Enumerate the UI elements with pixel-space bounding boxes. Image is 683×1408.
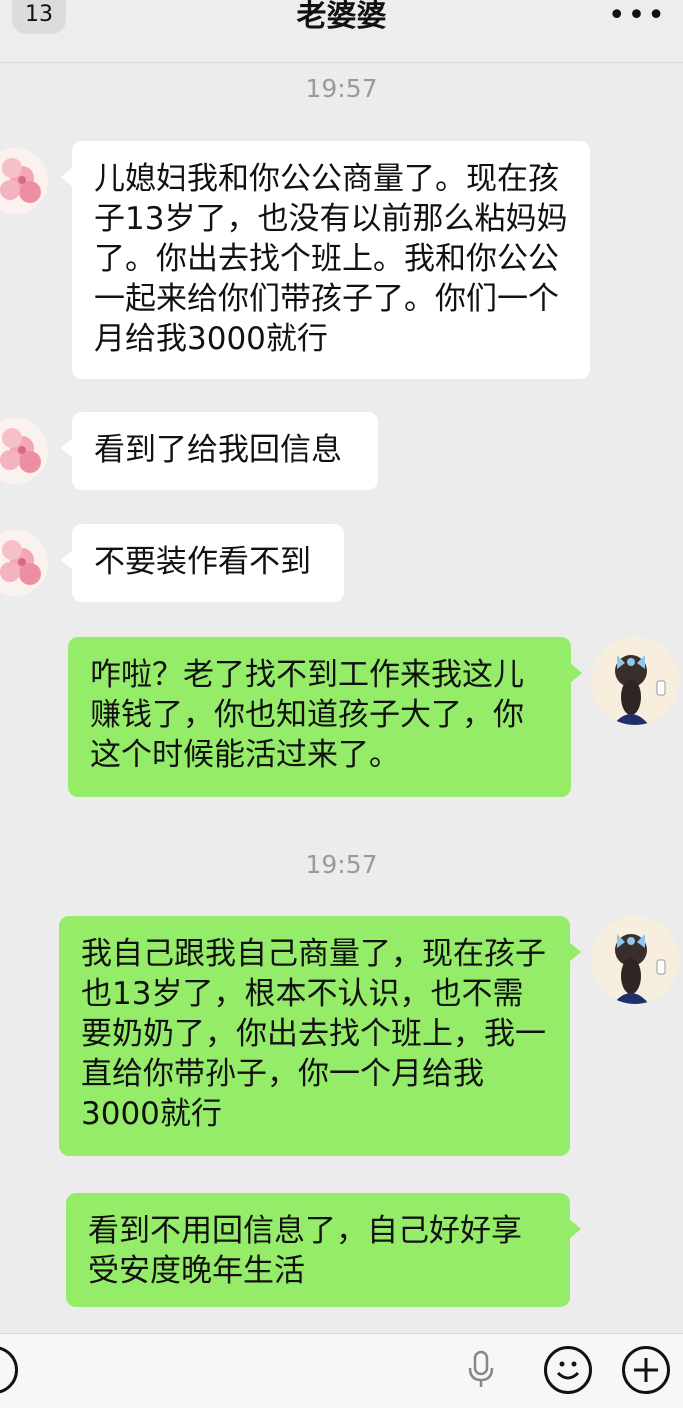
input-bar <box>0 1333 683 1408</box>
emoji-button[interactable] <box>544 1346 592 1394</box>
message-bubble-incoming[interactable]: 不要装作看不到 <box>61 524 344 602</box>
message-bubble-outgoing[interactable]: 看到不用回信息了，自己好好享受安度晚年生活 <box>66 1193 581 1307</box>
message-bubble-incoming[interactable]: 儿媳妇我和你公公商量了。现在孩子13岁了，也没有以前那么粘妈妈了。你出去找个班上… <box>61 141 590 379</box>
flower-avatar-icon <box>0 158 41 203</box>
self-avatar[interactable] <box>591 637 679 725</box>
message-bubble-outgoing[interactable]: 我自己跟我自己商量了，现在孩子也13岁了，根本不认识，也不需要奶奶了，你出去找个… <box>59 916 581 1156</box>
more-options-icon[interactable]: ••• <box>608 1 667 31</box>
timestamp: 19:57 <box>305 850 378 879</box>
chat-title: 老婆婆 <box>296 0 387 34</box>
message-bubble-incoming[interactable]: 看到了给我回信息 <box>61 412 378 490</box>
smiley-icon <box>556 1361 580 1380</box>
chat-header: 13 老婆婆 ••• <box>0 0 683 63</box>
microphone-icon[interactable] <box>466 1350 496 1390</box>
girl-avatar-icon <box>613 655 666 725</box>
self-avatar[interactable] <box>591 916 679 1004</box>
plus-icon <box>634 1358 658 1382</box>
girl-avatar-icon <box>613 934 666 1004</box>
contact-avatar[interactable] <box>0 530 48 596</box>
flower-avatar-icon <box>0 428 41 473</box>
flower-avatar-icon <box>0 540 41 585</box>
voice-toggle-icon[interactable] <box>0 1346 18 1394</box>
contact-avatar[interactable] <box>0 418 48 484</box>
contact-avatar[interactable] <box>0 148 48 214</box>
add-attachment-button[interactable] <box>622 1346 670 1394</box>
timestamp: 19:57 <box>305 74 378 103</box>
message-bubble-outgoing[interactable]: 咋啦？老了找不到工作来我这儿赚钱了，你也知道孩子大了，你这个时候能活过来了。 <box>68 637 582 797</box>
